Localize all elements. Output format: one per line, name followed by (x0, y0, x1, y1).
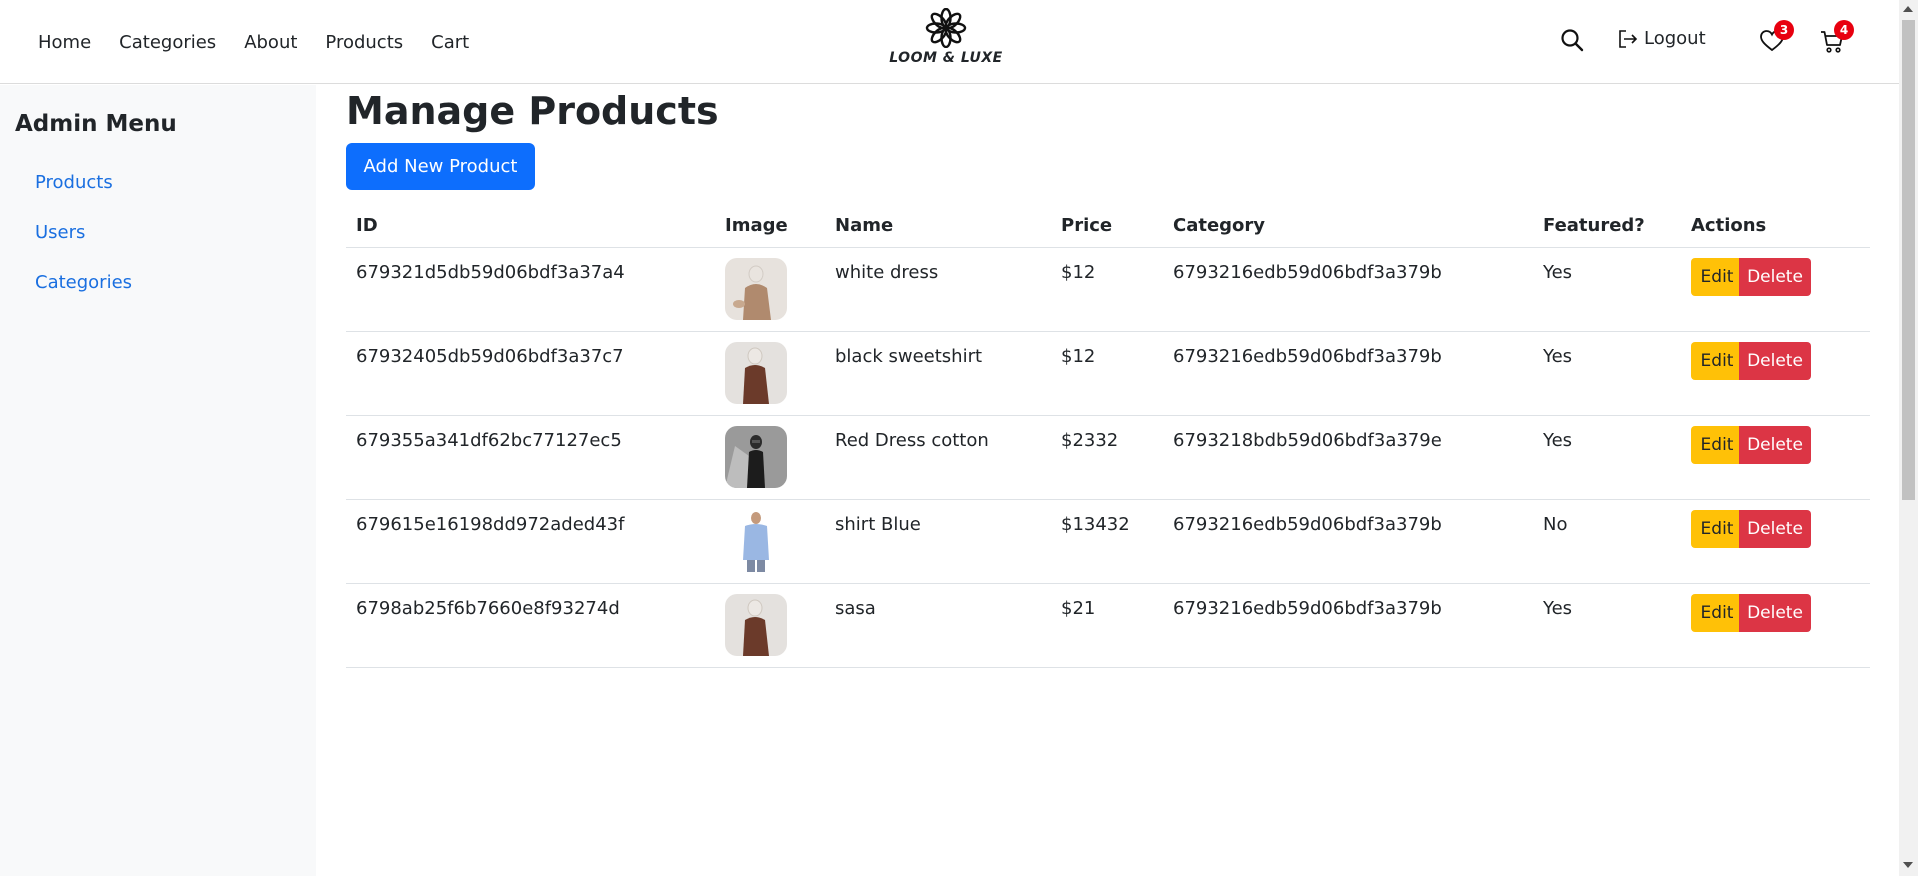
sidebar-item-users[interactable]: Users (35, 222, 85, 243)
product-price: $2332 (1051, 415, 1163, 500)
table-row: 67932405db59d06bdf3a37c7 black sweetshir… (346, 331, 1870, 416)
product-id: 679355a341df62bc77127ec5 (346, 415, 715, 500)
product-featured: Yes (1533, 331, 1681, 416)
edit-button[interactable]: Edit (1691, 594, 1743, 632)
product-price: $12 (1051, 331, 1163, 416)
logout-label: Logout (1644, 28, 1706, 49)
nav-home[interactable]: Home (38, 32, 91, 53)
product-name: shirt Blue (825, 499, 1051, 584)
product-thumbnail[interactable] (725, 594, 787, 656)
product-category: 6793218bdb59d06bdf3a379e (1163, 415, 1533, 500)
admin-sidebar: Admin Menu Products Users Categories (0, 85, 316, 876)
product-thumbnail[interactable] (725, 258, 787, 320)
cart-button[interactable]: 4 (1820, 20, 1854, 58)
delete-button[interactable]: Delete (1739, 342, 1811, 380)
edit-button[interactable]: Edit (1691, 258, 1743, 296)
product-name: sasa (825, 583, 1051, 668)
product-name: black sweetshirt (825, 331, 1051, 416)
product-featured: Yes (1533, 583, 1681, 668)
product-thumbnail[interactable] (725, 426, 787, 488)
page-scrollbar[interactable] (1899, 0, 1918, 876)
column-header-image: Image (715, 203, 825, 248)
product-category: 6793216edb59d06bdf3a379b (1163, 499, 1533, 584)
add-new-product-button[interactable]: Add New Product (346, 143, 535, 190)
table-row: 679321d5db59d06bdf3a37a4 white dress $12… (346, 247, 1870, 332)
product-id: 6798ab25f6b7660e8f93274d (346, 583, 715, 668)
product-id: 67932405db59d06bdf3a37c7 (346, 331, 715, 416)
scroll-down-arrow-icon[interactable] (1903, 862, 1913, 868)
sidebar-title: Admin Menu (15, 111, 177, 137)
nav-about[interactable]: About (244, 32, 297, 53)
edit-button[interactable]: Edit (1691, 426, 1743, 464)
product-thumbnail[interactable] (725, 342, 787, 404)
column-header-featured: Featured? (1533, 203, 1681, 248)
sidebar-item-products[interactable]: Products (35, 172, 113, 193)
product-name: Red Dress cotton (825, 415, 1051, 500)
product-category: 6793216edb59d06bdf3a379b (1163, 331, 1533, 416)
product-category: 6793216edb59d06bdf3a379b (1163, 247, 1533, 332)
column-header-id: ID (346, 203, 715, 248)
column-header-name: Name (825, 203, 1051, 248)
table-row: 6798ab25f6b7660e8f93274d sasa $21 679321… (346, 583, 1870, 668)
logout-button[interactable]: Logout (1618, 28, 1706, 49)
product-id: 679321d5db59d06bdf3a37a4 (346, 247, 715, 332)
search-button[interactable] (1560, 28, 1584, 56)
product-name: white dress (825, 247, 1051, 332)
top-navbar: Home Categories About Products Cart LOOM… (0, 0, 1899, 84)
brand-name: LOOM & LUXE (889, 50, 1003, 66)
nav-cart[interactable]: Cart (431, 32, 469, 53)
scroll-up-arrow-icon[interactable] (1903, 6, 1913, 12)
product-thumbnail[interactable] (725, 510, 787, 572)
table-header-row: ID Image Name Price Category Featured? A… (346, 203, 1870, 248)
product-price: $12 (1051, 247, 1163, 332)
search-icon (1561, 29, 1584, 52)
product-featured: No (1533, 499, 1681, 584)
logout-icon (1619, 29, 1638, 48)
edit-button[interactable]: Edit (1691, 510, 1743, 548)
brand-logo[interactable]: LOOM & LUXE (885, 8, 1007, 72)
column-header-price: Price (1051, 203, 1163, 248)
edit-button[interactable]: Edit (1691, 342, 1743, 380)
sidebar-item-categories[interactable]: Categories (35, 272, 132, 293)
column-header-actions: Actions (1681, 203, 1870, 248)
product-category: 6793216edb59d06bdf3a379b (1163, 583, 1533, 668)
page-title: Manage Products (346, 89, 719, 133)
column-header-category: Category (1163, 203, 1533, 248)
wishlist-count-badge: 3 (1774, 20, 1794, 40)
cart-count-badge: 4 (1834, 20, 1854, 40)
table-row: 679615e16198dd972aded43f shirt Blue $134… (346, 499, 1870, 584)
delete-button[interactable]: Delete (1739, 426, 1811, 464)
nav-products[interactable]: Products (325, 32, 403, 53)
wishlist-button[interactable]: 3 (1760, 20, 1794, 56)
table-row: 679355a341df62bc77127ec5 Red Dress cotto… (346, 415, 1870, 500)
delete-button[interactable]: Delete (1739, 258, 1811, 296)
product-id: 679615e16198dd972aded43f (346, 499, 715, 584)
product-price: $13432 (1051, 499, 1163, 584)
products-table: ID Image Name Price Category Featured? A… (346, 203, 1870, 668)
delete-button[interactable]: Delete (1739, 594, 1811, 632)
product-price: $21 (1051, 583, 1163, 668)
nav-categories[interactable]: Categories (119, 32, 216, 53)
product-featured: Yes (1533, 415, 1681, 500)
product-featured: Yes (1533, 247, 1681, 332)
flower-logo-icon (925, 8, 967, 48)
scrollbar-thumb[interactable] (1902, 20, 1915, 500)
nav-links: Home Categories About Products Cart (24, 0, 483, 84)
delete-button[interactable]: Delete (1739, 510, 1811, 548)
